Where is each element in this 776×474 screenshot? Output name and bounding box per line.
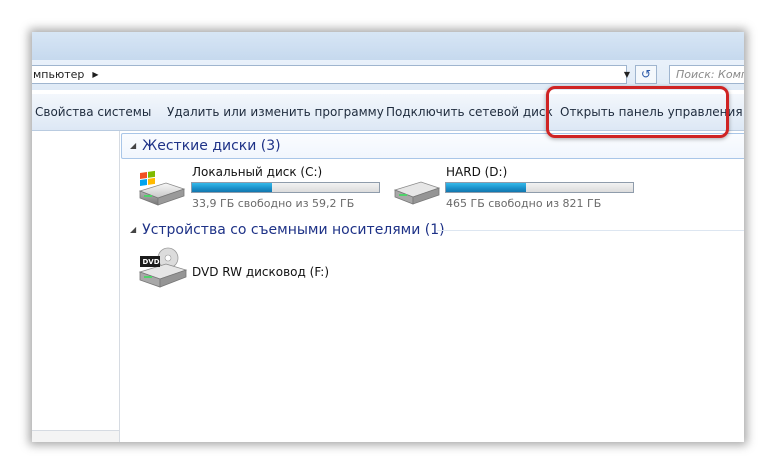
dvd-drive-label[interactable]: DVD RW дисковод (F:): [192, 265, 329, 279]
drive-c-usage-fill: [192, 183, 273, 192]
title-bar: [32, 32, 744, 60]
breadcrumb-arrow-icon[interactable]: ▶: [92, 66, 98, 83]
breadcrumb-computer[interactable]: мпьютер: [33, 68, 84, 81]
search-placeholder: Поиск: Компьютер: [676, 68, 744, 81]
navigation-pane[interactable]: [32, 131, 120, 442]
group-title-removable: Устройства со съемными носителями (1): [142, 222, 445, 238]
drive-d-free-space: 465 ГБ свободно из 821 ГБ: [446, 197, 602, 210]
system-properties-button[interactable]: Свойства системы: [35, 94, 151, 130]
refresh-button[interactable]: ↺: [635, 65, 657, 84]
dvd-drive-icon[interactable]: DVD: [136, 246, 188, 292]
hard-drive-icon[interactable]: [391, 174, 441, 210]
windows-drive-icon[interactable]: [136, 167, 186, 211]
drive-d-label[interactable]: HARD (D:): [446, 165, 507, 179]
dvd-icon-label: DVD: [142, 258, 160, 266]
navigation-pane-footer: [32, 430, 119, 442]
drive-c-usage-bar: [191, 182, 380, 193]
drive-d-usage-bar: [445, 182, 634, 193]
uninstall-program-button[interactable]: Удалить или изменить программу: [167, 94, 384, 130]
group-header-removable[interactable]: ◢ Устройства со съемными носителями (1): [130, 220, 445, 240]
collapse-triangle-icon[interactable]: ◢: [130, 225, 136, 234]
highlight-annotation: [546, 86, 729, 138]
refresh-icon: ↺: [640, 67, 652, 81]
map-network-drive-button[interactable]: Подключить сетевой диск: [386, 94, 553, 130]
group-divider: [437, 230, 744, 231]
drive-d-usage-fill: [446, 183, 527, 192]
group-title-hard-disks: Жесткие диски (3): [142, 138, 281, 154]
address-bar[interactable]: мпьютер ▶: [32, 65, 627, 84]
collapse-triangle-icon[interactable]: ◢: [130, 141, 136, 150]
group-header-hard-disks[interactable]: ◢ Жесткие диски (3): [130, 136, 281, 156]
search-input[interactable]: Поиск: Компьютер: [669, 65, 744, 84]
drive-c-free-space: 33,9 ГБ свободно из 59,2 ГБ: [192, 197, 355, 210]
drive-c-label[interactable]: Локальный диск (C:): [192, 165, 322, 179]
address-dropdown-icon[interactable]: ▼: [621, 66, 633, 83]
